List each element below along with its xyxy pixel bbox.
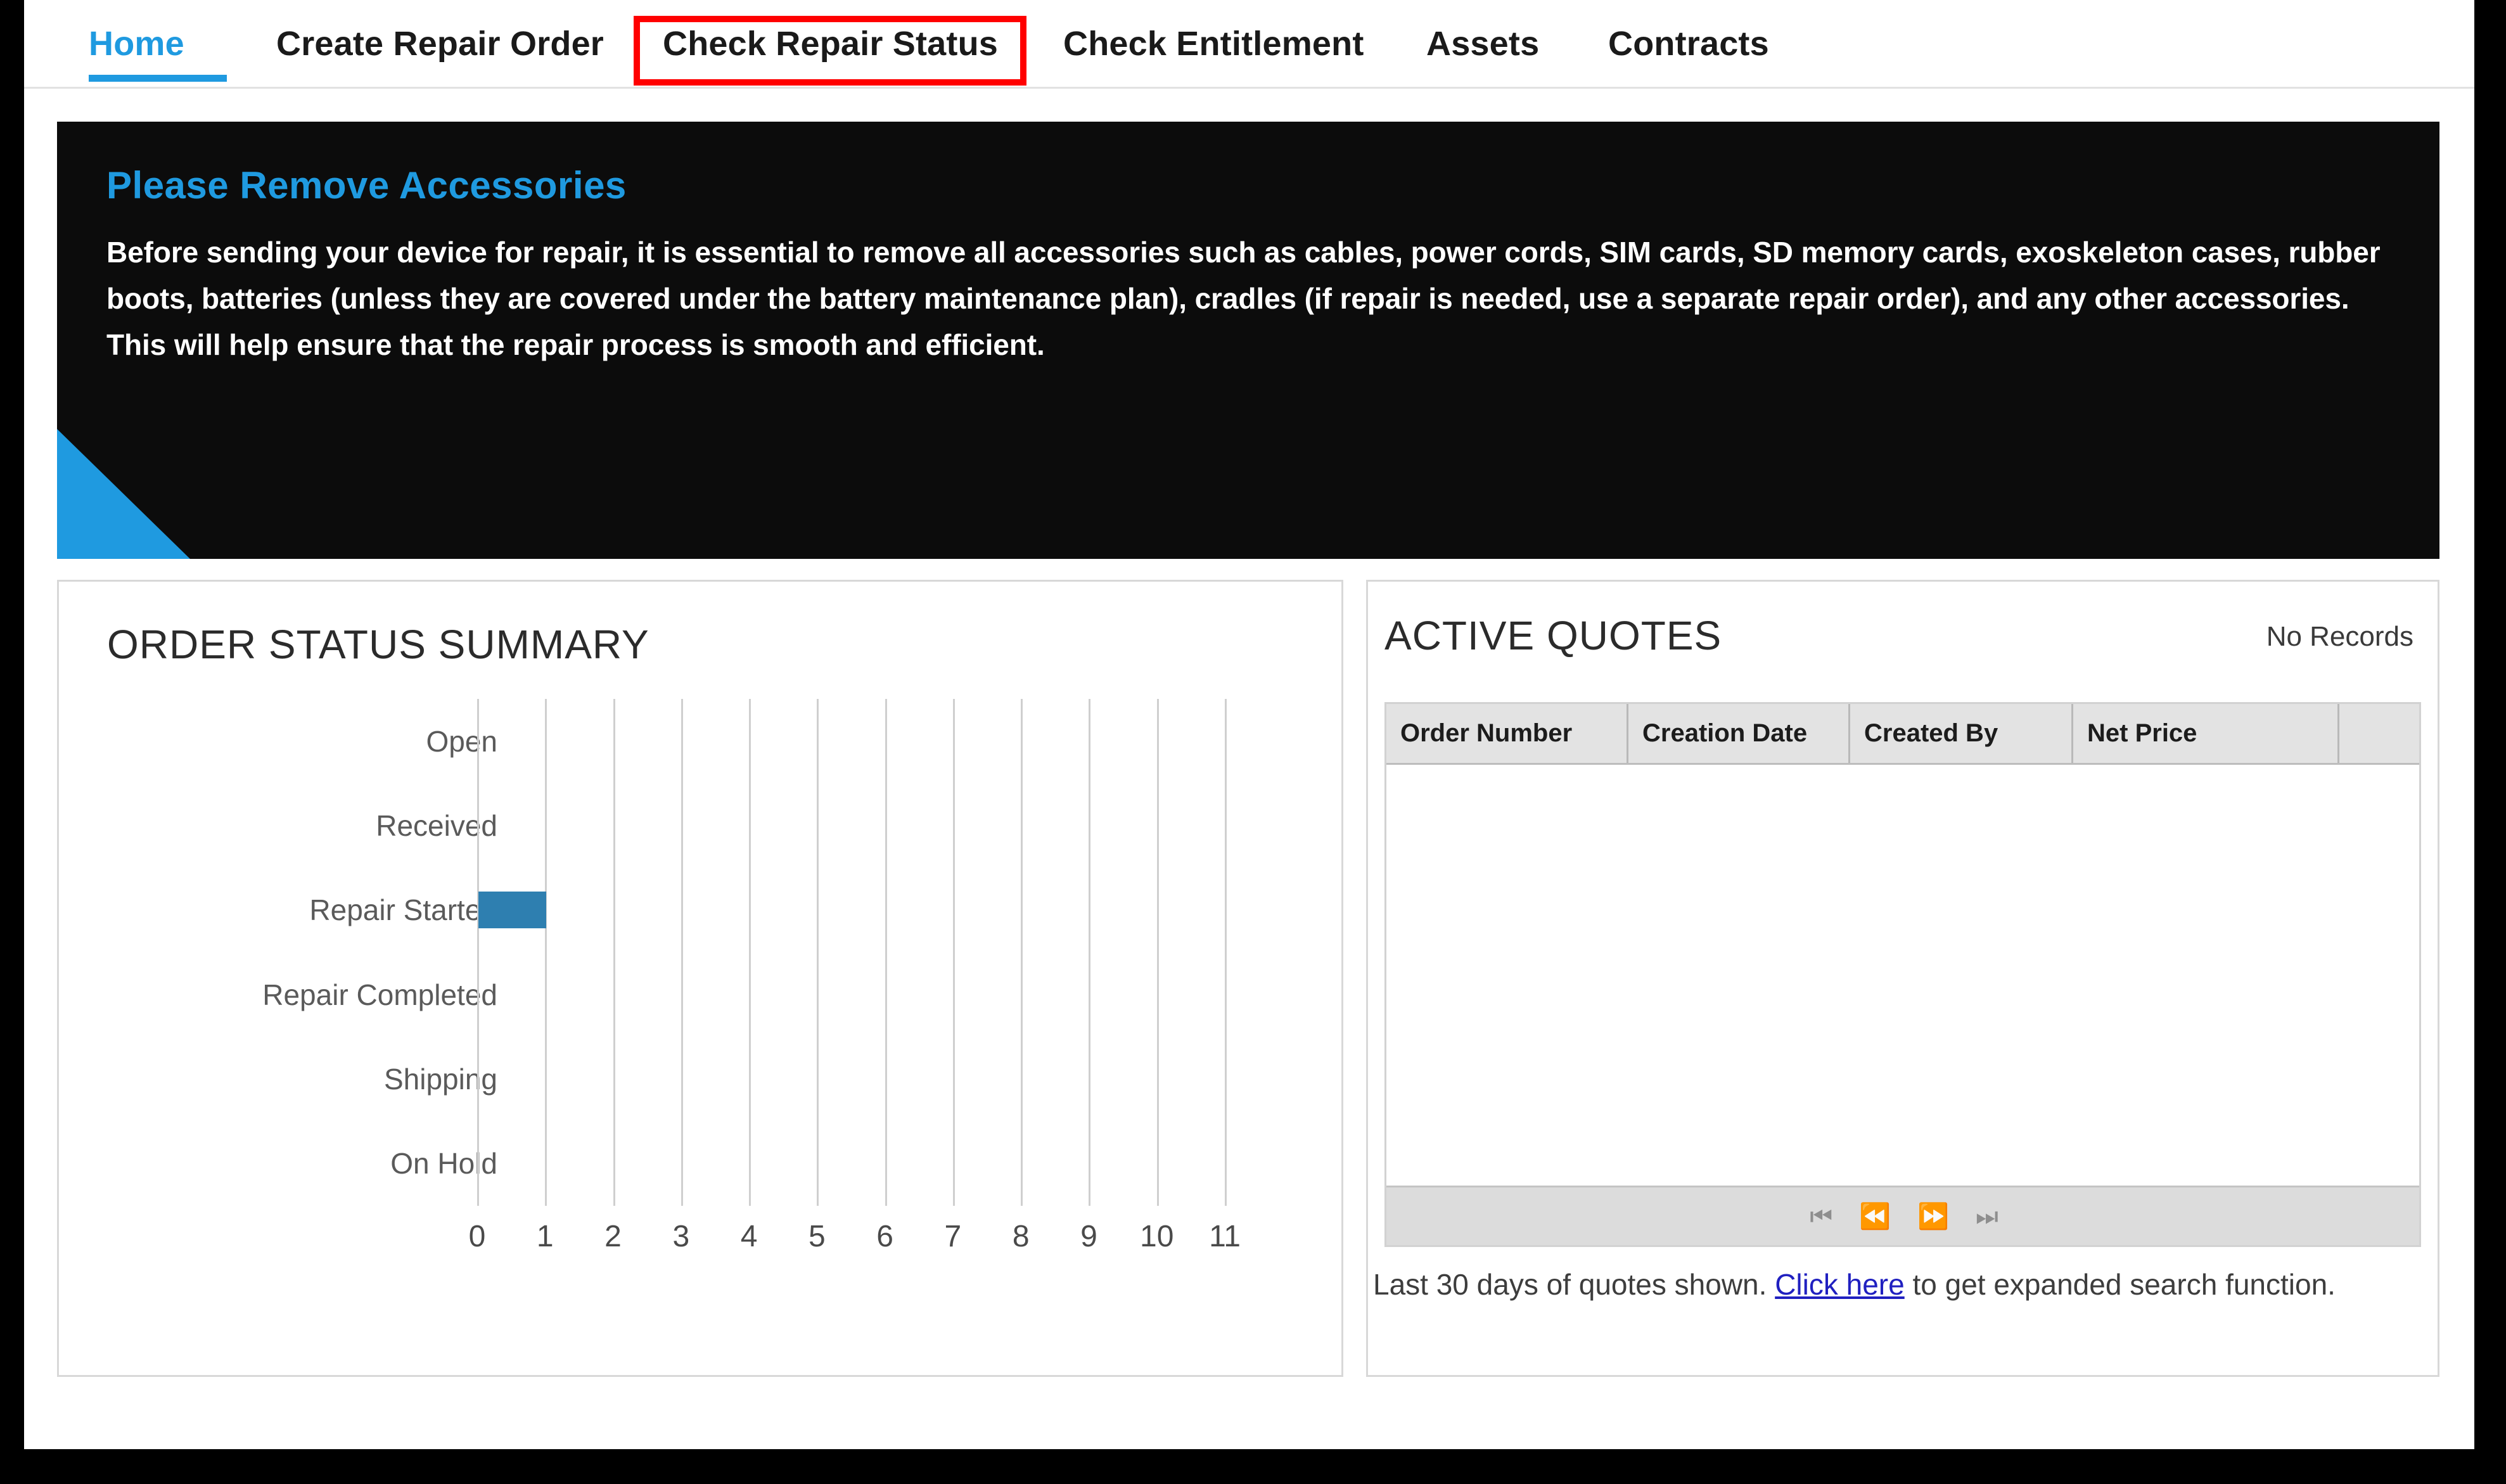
x-tick-label-1: 1 <box>536 1220 554 1253</box>
nav-tab-check-entitlement[interactable]: Check Entitlement <box>1063 24 1364 63</box>
last-page-icon[interactable]: ⏭ <box>1976 1204 1998 1229</box>
gridline-0 <box>477 699 479 1206</box>
nav-tab-home[interactable]: Home <box>89 24 184 63</box>
gridline-11 <box>1225 699 1227 1206</box>
x-tick-label-6: 6 <box>876 1220 893 1253</box>
footnote-text-before: Last 30 days of quotes shown. <box>1373 1268 1775 1301</box>
quotes-footnote: Last 30 days of quotes shown. Click here… <box>1373 1267 2336 1302</box>
main-navigation: Home Create Repair Order Check Repair Stat… <box>24 0 2474 89</box>
column-header-order-number[interactable]: Order Number <box>1386 704 1628 763</box>
gridline-9 <box>1089 699 1091 1206</box>
nav-tab-assets[interactable]: Assets <box>1426 24 1539 63</box>
gridline-1 <box>545 699 547 1206</box>
banner-title: Please Remove Accessories <box>106 164 627 207</box>
announcement-banner: Please Remove Accessories Before sending… <box>57 122 2439 559</box>
column-header-creation-date[interactable]: Creation Date <box>1628 704 1850 763</box>
nav-active-underline <box>89 75 227 82</box>
x-tick-label-5: 5 <box>809 1220 826 1253</box>
order-status-summary-card: ORDER STATUS SUMMARY Open Received Repair … <box>57 580 1343 1377</box>
gridline-8 <box>1021 699 1023 1206</box>
app-window: Home Create Repair Order Check Repair Stat… <box>0 0 2506 1484</box>
active-quotes-table: Order Number Creation Date Created By Net P… <box>1384 702 2421 1247</box>
previous-page-icon[interactable]: ⏪ <box>1859 1204 1891 1229</box>
x-tick-label-8: 8 <box>1012 1220 1030 1253</box>
banner-body-text: Before sending your device for repair, i… <box>106 236 2381 361</box>
no-records-status: No Records <box>2266 621 2413 652</box>
x-tick-label-11: 11 <box>1209 1220 1241 1253</box>
column-header-spacer[interactable] <box>2339 704 2419 763</box>
x-tick-label-3: 3 <box>672 1220 690 1253</box>
x-tick-label-0: 0 <box>468 1220 486 1253</box>
first-page-icon[interactable]: ⏮ <box>1810 1204 1832 1229</box>
table-header-row: Order Number Creation Date Created By Net P… <box>1386 704 2419 765</box>
column-header-created-by[interactable]: Created By <box>1850 704 2073 763</box>
active-quotes-card: ACTIVE QUOTES No Records Order Number Cre… <box>1366 580 2439 1377</box>
gridline-6 <box>885 699 887 1206</box>
next-page-icon[interactable]: ⏩ <box>1917 1204 1949 1229</box>
table-pagination-bar[interactable]: ⏮ ⏪ ⏩ ⏭ <box>1386 1186 2419 1245</box>
x-tick-label-10: 10 <box>1140 1220 1174 1253</box>
table-body-empty <box>1386 765 2419 1186</box>
nav-tab-contracts[interactable]: Contracts <box>1608 24 1769 63</box>
x-tick-label-7: 7 <box>944 1220 962 1253</box>
y-category-label-repair-started: Repair Started <box>309 893 497 927</box>
nav-tab-check-repair-status[interactable]: Check Repair Status <box>663 24 998 63</box>
column-header-net-price[interactable]: Net Price <box>2073 704 2339 763</box>
bar-repair-started[interactable] <box>478 892 547 929</box>
gridline-3 <box>681 699 683 1206</box>
page-title: ORDER STATUS SUMMARY <box>107 622 649 667</box>
gridline-2 <box>613 699 615 1206</box>
x-tick-label-9: 9 <box>1080 1220 1097 1253</box>
active-quotes-title: ACTIVE QUOTES <box>1384 613 1722 658</box>
x-tick-label-4: 4 <box>740 1220 758 1253</box>
nav-tab-create-repair-order[interactable]: Create Repair Order <box>276 24 604 63</box>
gridline-7 <box>952 699 955 1206</box>
chart-plot-area: 0 1 2 3 4 5 6 7 8 9 10 11 <box>469 699 1241 1252</box>
footnote-text-after: to get expanded search function. <box>1904 1268 2336 1301</box>
gridline-4 <box>749 699 751 1206</box>
x-tick-label-2: 2 <box>604 1220 622 1253</box>
y-category-label-repair-completed: Repair Completed <box>262 978 497 1011</box>
order-status-bar-chart: Open Received Repair Started Repair Complet… <box>59 699 1341 1333</box>
page-canvas: Home Create Repair Order Check Repair Stat… <box>24 0 2474 1449</box>
gridline-10 <box>1156 699 1159 1206</box>
gridline-5 <box>817 699 819 1206</box>
banner-corner-accent <box>57 429 190 559</box>
expanded-search-link[interactable]: Click here <box>1775 1268 1905 1301</box>
